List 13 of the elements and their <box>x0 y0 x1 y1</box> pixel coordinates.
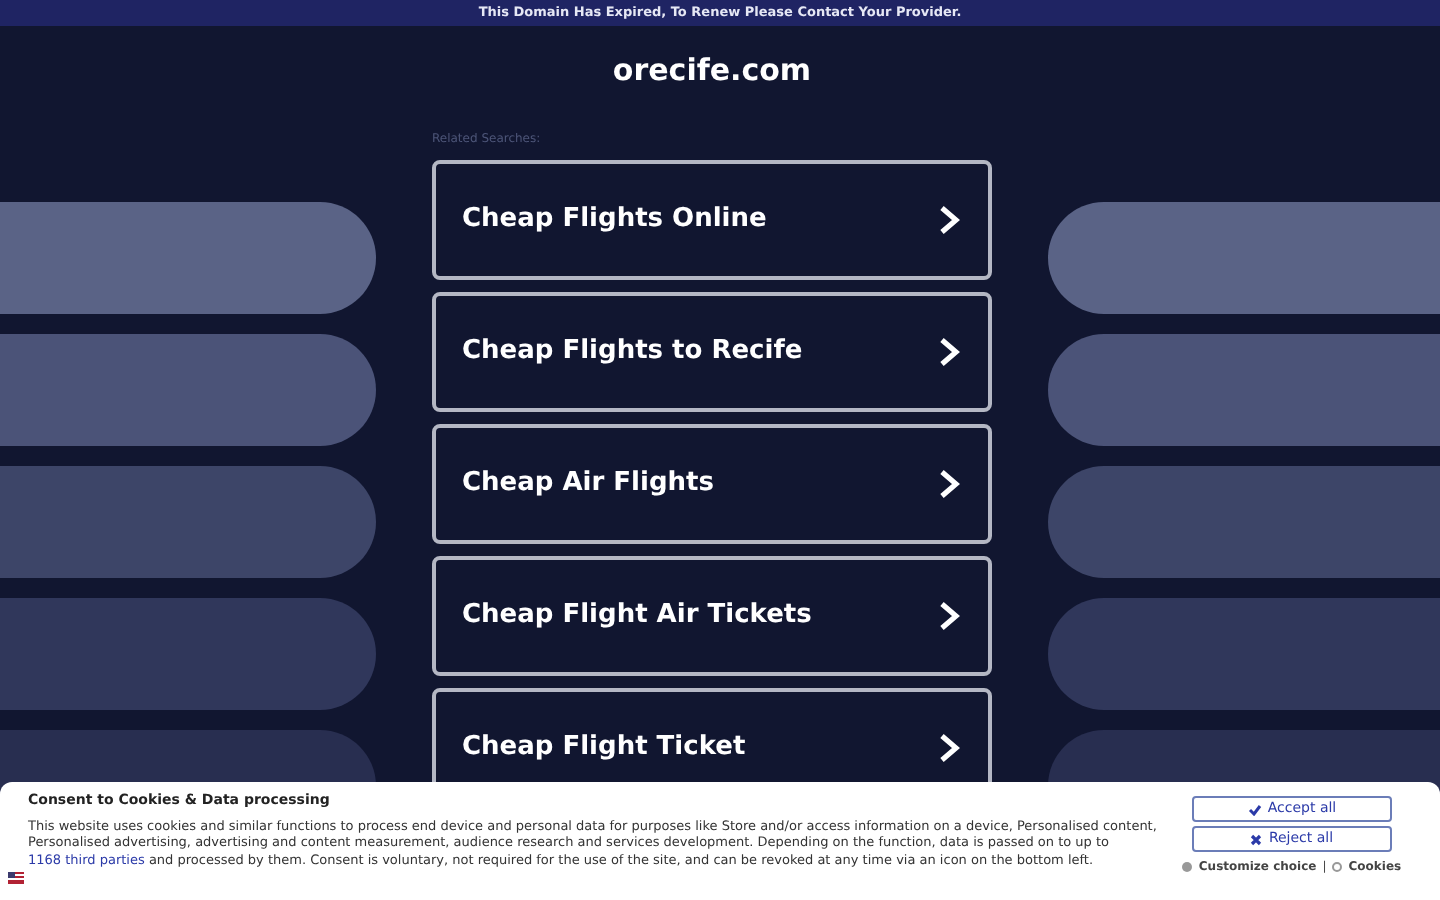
chevron-right-icon <box>938 203 962 235</box>
checkmark-icon <box>1247 803 1262 815</box>
chevron-right-icon <box>938 467 962 499</box>
close-icon <box>1250 833 1263 845</box>
chevron-right-icon <box>938 335 962 367</box>
search-link[interactable]: Cheap Flights Online <box>432 159 992 279</box>
chevron-right-icon <box>938 599 962 631</box>
search-link[interactable]: Cheap Flight Air Tickets <box>432 555 992 675</box>
site-title: orecife.com <box>612 50 812 92</box>
search-link[interactable]: Cheap Air Flights <box>432 423 992 543</box>
search-link[interactable]: Cheap Flights to Recife <box>432 291 992 411</box>
chevron-right-icon <box>938 731 962 763</box>
flag-icon[interactable] <box>8 872 24 884</box>
